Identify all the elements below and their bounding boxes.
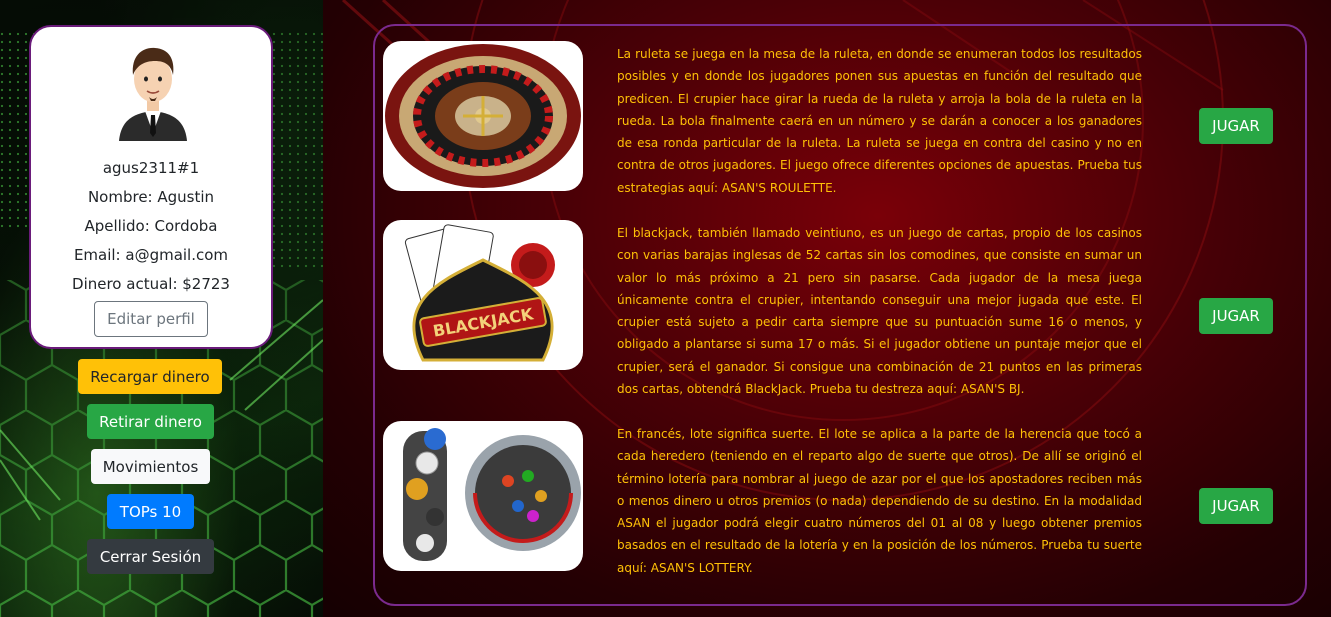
- lottery-machine-icon: [403, 428, 581, 561]
- avatar: [119, 47, 187, 141]
- roulette-description: La ruleta se juega en la mesa de la rule…: [617, 47, 1142, 195]
- roulette-wheel-icon: [385, 44, 581, 188]
- profile-name: Nombre: Agustin: [87, 188, 215, 206]
- blackjack-cards-icon: BLACKJACK: [404, 224, 555, 362]
- sidebar: agus2311#1 Nombre: Agustin Apellido: Cor…: [0, 0, 323, 617]
- top10-button[interactable]: TOPs 10: [107, 494, 194, 529]
- blackjack-description: El blackjack, también llamado veintiuno,…: [617, 226, 1142, 397]
- lottery-description: En francés, lote significa suerte. El lo…: [617, 427, 1142, 575]
- play-blackjack-button[interactable]: JUGAR: [1199, 298, 1273, 334]
- profile-email: Email: a@gmail.com: [73, 246, 229, 264]
- play-lottery-button[interactable]: JUGAR: [1199, 488, 1273, 524]
- recharge-money-button[interactable]: Recargar dinero: [78, 359, 222, 394]
- withdraw-money-button[interactable]: Retirar dinero: [87, 404, 214, 439]
- main-content: La ruleta se juega en la mesa de la rule…: [323, 0, 1331, 617]
- logout-button[interactable]: Cerrar Sesión: [87, 539, 214, 574]
- profile-username: agus2311#1: [102, 159, 200, 177]
- edit-profile-button[interactable]: Editar perfil: [94, 301, 208, 337]
- lottery-image: [383, 421, 583, 571]
- play-roulette-button[interactable]: JUGAR: [1199, 108, 1273, 144]
- roulette-image: [383, 41, 583, 191]
- movements-button[interactable]: Movimientos: [91, 449, 210, 484]
- blackjack-image: BLACKJACK: [383, 220, 583, 370]
- profile-surname: Apellido: Cordoba: [84, 217, 218, 235]
- profile-card: agus2311#1 Nombre: Agustin Apellido: Cor…: [29, 25, 273, 349]
- profile-balance: Dinero actual: $2723: [72, 275, 230, 293]
